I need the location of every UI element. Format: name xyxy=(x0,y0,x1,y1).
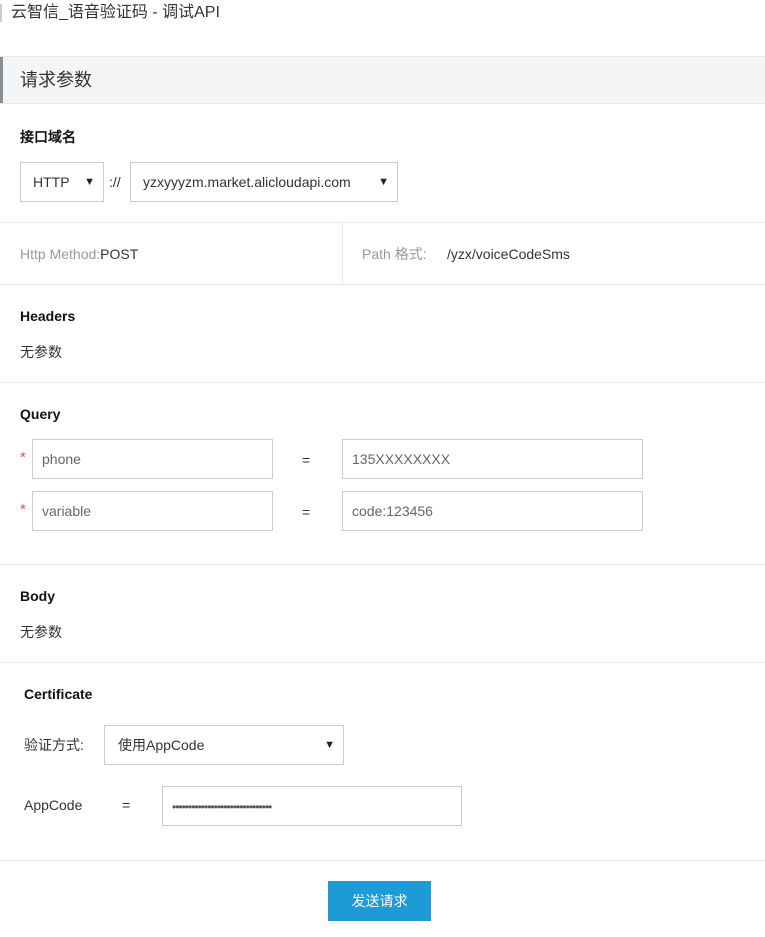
query-param-name-input[interactable]: phone xyxy=(32,439,273,479)
http-method-value: POST xyxy=(100,246,139,262)
query-label: Query xyxy=(20,406,61,422)
headers-empty: 无参数 xyxy=(20,344,62,360)
divider xyxy=(0,860,765,861)
equals-sign: = xyxy=(302,504,311,520)
equals-sign: = xyxy=(302,452,311,468)
section-accent xyxy=(0,57,3,103)
chevron-down-icon: ▼ xyxy=(84,176,95,188)
request-params-header: 请求参数 xyxy=(0,56,765,104)
param-name: phone xyxy=(42,451,81,467)
body-label: Body xyxy=(20,588,55,604)
divider xyxy=(0,222,765,223)
path-label: Path 格式: xyxy=(362,246,427,262)
required-marker: * xyxy=(20,501,26,518)
page-title: 云智信_语音验证码 - 调试API xyxy=(11,4,220,21)
chevron-down-icon: ▼ xyxy=(378,176,389,188)
divider xyxy=(0,284,765,285)
auth-method-value: 使用AppCode xyxy=(118,737,205,753)
section-title: 请求参数 xyxy=(20,70,92,90)
domain-select[interactable]: yzxyyyzm.market.alicloudapi.com ▼ xyxy=(130,162,398,202)
equals-sign: = xyxy=(122,797,131,813)
send-request-button[interactable]: 发送请求 xyxy=(328,881,431,921)
param-name: variable xyxy=(42,503,92,519)
domain-value: yzxyyyzm.market.alicloudapi.com xyxy=(143,174,351,190)
protocol-select[interactable]: HTTP ▼ xyxy=(20,162,104,202)
param-value: code:123456 xyxy=(352,503,433,519)
param-value: 135XXXXXXXX xyxy=(352,451,451,467)
divider xyxy=(0,564,765,565)
appcode-input[interactable]: ••••••••••••••••••••••••••••••• xyxy=(162,786,462,826)
certificate-label: Certificate xyxy=(24,686,93,702)
chevron-down-icon: ▼ xyxy=(324,739,335,751)
required-marker: * xyxy=(20,449,26,466)
protocol-value: HTTP xyxy=(33,174,70,190)
query-param-name-input[interactable]: variable xyxy=(32,491,273,531)
http-method: Http Method:POST xyxy=(20,245,138,263)
protocol-separator: :// xyxy=(109,174,121,190)
endpoint-label: 接口域名 xyxy=(20,129,76,145)
query-param-value-input[interactable]: 135XXXXXXXX xyxy=(342,439,643,479)
body-empty: 无参数 xyxy=(20,624,62,640)
query-param-value-input[interactable]: code:123456 xyxy=(342,491,643,531)
auth-method-select[interactable]: 使用AppCode ▼ xyxy=(104,725,344,765)
title-accent xyxy=(0,4,2,22)
path-value: /yzx/voiceCodeSms xyxy=(447,246,570,262)
appcode-label: AppCode xyxy=(24,797,83,813)
auth-method-label: 验证方式: xyxy=(24,737,84,753)
divider xyxy=(0,662,765,663)
http-method-label: Http Method: xyxy=(20,246,101,262)
appcode-value: ••••••••••••••••••••••••••••••• xyxy=(172,800,272,814)
headers-label: Headers xyxy=(20,308,76,324)
divider xyxy=(0,382,765,383)
vertical-divider xyxy=(342,223,343,284)
title-bar: 云智信_语音验证码 - 调试API xyxy=(0,0,765,56)
